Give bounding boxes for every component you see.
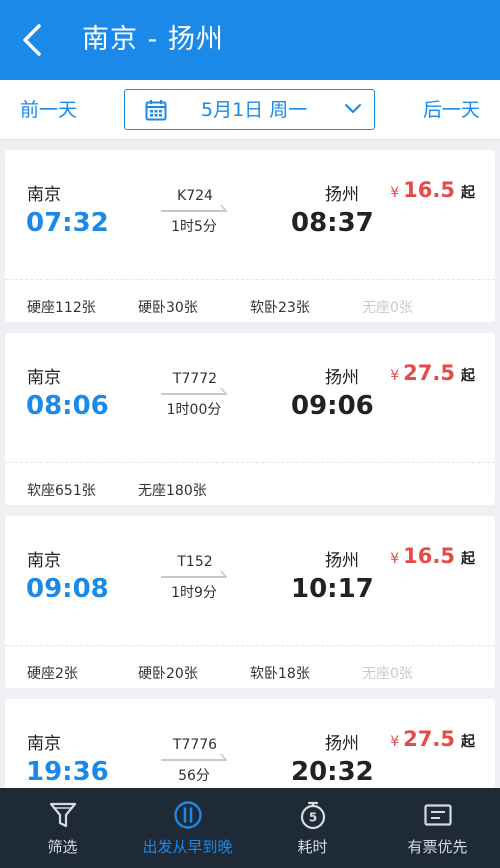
arrival-station: 扬州 — [325, 551, 359, 571]
arrival-time: 10:17 — [291, 574, 374, 604]
seat-availability: 硬座2张 — [27, 666, 78, 682]
arrival-time: 08:37 — [291, 208, 374, 238]
departure-station: 南京 — [27, 185, 61, 205]
seat-availability: 软卧23张 — [250, 300, 310, 316]
prev-day-button[interactable]: 前一天 — [20, 97, 77, 123]
train-number: T152 — [177, 554, 213, 570]
arrival-time: 20:32 — [291, 757, 374, 787]
train-card[interactable]: 南京 09:08 T152 1时9分 扬州 10:17 ¥ 16.5 起 硬座2… — [5, 516, 495, 688]
back-button[interactable] — [12, 18, 52, 62]
price-suffix: 起 — [461, 551, 475, 567]
price-amount: 27.5 — [403, 361, 455, 385]
tab-label: 耗时 — [297, 838, 328, 856]
next-day-button[interactable]: 后一天 — [423, 97, 480, 123]
travel-duration: 1时00分 — [166, 402, 222, 418]
price-amount: 27.5 — [403, 727, 455, 751]
price-amount: 16.5 — [403, 544, 455, 568]
price-suffix: 起 — [461, 368, 475, 384]
seat-availability: 无座0张 — [362, 666, 413, 682]
seat-availability: 软座651张 — [27, 483, 96, 499]
tab-tickets-first[interactable]: 有票优先 — [375, 788, 500, 868]
travel-duration: 1时9分 — [171, 585, 217, 601]
price: ¥ 16.5 起 — [390, 178, 475, 202]
selected-date: 5月1日 周一 — [201, 99, 308, 121]
seat-availability: 硬卧30张 — [138, 300, 198, 316]
travel-duration: 56分 — [178, 768, 210, 784]
currency-symbol: ¥ — [390, 734, 400, 750]
departure-time: 19:36 — [26, 757, 109, 787]
seat-availability: 软卧18张 — [250, 666, 310, 682]
currency-symbol: ¥ — [390, 368, 400, 384]
price: ¥ 16.5 起 — [390, 544, 475, 568]
price-suffix: 起 — [461, 185, 475, 201]
departure-station: 南京 — [27, 734, 61, 754]
travel-duration: 1时5分 — [171, 219, 217, 235]
seat-availability: 硬卧20张 — [138, 666, 198, 682]
direction-arrow-icon — [161, 576, 227, 578]
tab-duration[interactable]: 5 耗时 — [250, 788, 375, 868]
chevron-down-icon — [345, 104, 361, 113]
train-number: K724 — [177, 188, 213, 204]
currency-symbol: ¥ — [390, 551, 400, 567]
departure-time: 07:32 — [26, 208, 109, 238]
date-bar: 前一天 5月1日 周一 后一天 — [0, 80, 500, 140]
arrival-station: 扬州 — [325, 185, 359, 205]
price: ¥ 27.5 起 — [390, 727, 475, 751]
page-title: 南京 - 扬州 — [82, 24, 224, 55]
seat-availability: 硬座112张 — [27, 300, 96, 316]
divider — [5, 462, 495, 463]
direction-arrow-icon — [161, 210, 227, 212]
bottom-tab-bar: 筛选 出发从早到晚 5 耗时 有票优先 — [0, 788, 500, 868]
seat-availability: 无座180张 — [138, 483, 207, 499]
divider — [5, 279, 495, 280]
tab-sort-departure[interactable]: 出发从早到晚 — [125, 788, 250, 868]
title-bar: 南京 - 扬州 — [0, 0, 500, 80]
train-number: T7772 — [172, 371, 218, 387]
train-card[interactable]: 南京 19:36 T7776 56分 扬州 20:32 ¥ 27.5 起 — [5, 699, 495, 788]
tab-filter[interactable]: 筛选 — [0, 788, 125, 868]
direction-arrow-icon — [161, 393, 227, 395]
svg-text:5: 5 — [308, 811, 316, 825]
direction-arrow-icon — [161, 759, 227, 761]
departure-time: 08:06 — [26, 391, 109, 421]
date-selector[interactable]: 5月1日 周一 — [124, 89, 375, 130]
sort-time-icon — [173, 801, 202, 829]
tab-label: 筛选 — [47, 838, 78, 856]
departure-station: 南京 — [27, 551, 61, 571]
divider — [5, 645, 495, 646]
timer-icon: 5 — [300, 801, 325, 830]
tab-label: 出发从早到晚 — [142, 838, 233, 856]
price-suffix: 起 — [461, 734, 475, 750]
departure-time: 09:08 — [26, 574, 109, 604]
tab-label: 有票优先 — [407, 838, 468, 856]
arrival-station: 扬州 — [325, 368, 359, 388]
train-number: T7776 — [172, 737, 218, 753]
train-card[interactable]: 南京 08:06 T7772 1时00分 扬州 09:06 ¥ 27.5 起 软… — [5, 333, 495, 505]
chevron-left-icon — [23, 24, 41, 56]
price-amount: 16.5 — [403, 178, 455, 202]
seat-availability: 无座0张 — [362, 300, 413, 316]
price: ¥ 27.5 起 — [390, 361, 475, 385]
ticket-icon — [423, 804, 452, 826]
currency-symbol: ¥ — [390, 185, 400, 201]
filter-icon — [49, 802, 76, 828]
departure-station: 南京 — [27, 368, 61, 388]
train-card[interactable]: 南京 07:32 K724 1时5分 扬州 08:37 ¥ 16.5 起 硬座1… — [5, 150, 495, 322]
arrival-station: 扬州 — [325, 734, 359, 754]
arrival-time: 09:06 — [291, 391, 374, 421]
calendar-icon — [145, 100, 167, 121]
train-list[interactable]: 南京 07:32 K724 1时5分 扬州 08:37 ¥ 16.5 起 硬座1… — [0, 140, 500, 788]
